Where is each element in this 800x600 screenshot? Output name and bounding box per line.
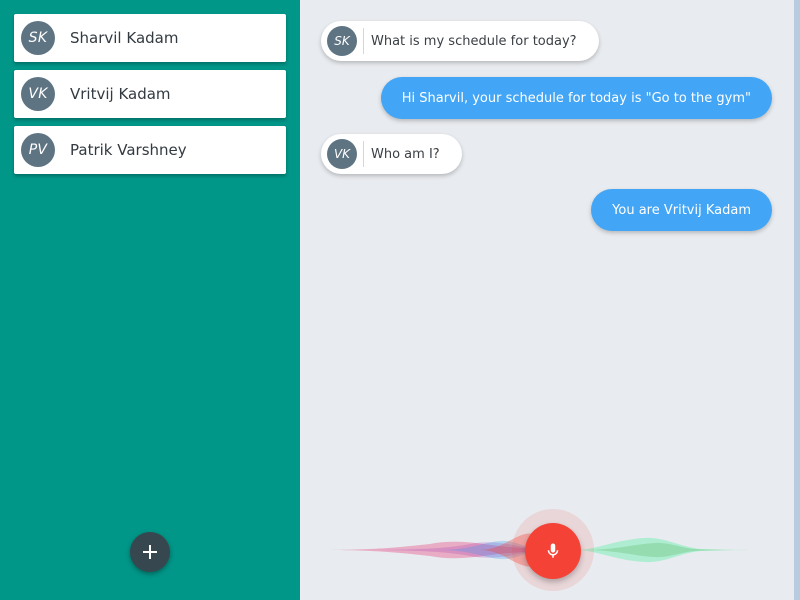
user-item-patrik[interactable]: PV Patrik Varshney [14, 126, 286, 174]
user-name: Patrik Varshney [70, 141, 187, 159]
app-window: SK Sharvil Kadam VK Vritvij Kadam PV Pat… [0, 0, 800, 600]
user-name: Vritvij Kadam [70, 85, 171, 103]
microphone-icon [547, 543, 559, 558]
message-divider [363, 141, 364, 167]
user-item-vritvij[interactable]: VK Vritvij Kadam [14, 70, 286, 118]
user-avatar: VK [21, 77, 55, 111]
message-avatar: VK [327, 139, 357, 169]
scrollbar[interactable] [794, 0, 800, 600]
incoming-message: VK Who am I? [321, 134, 462, 174]
message-text: Who am I? [371, 146, 440, 162]
user-name: Sharvil Kadam [70, 29, 179, 47]
outgoing-message: Hi Sharvil, your schedule for today is "… [380, 77, 772, 119]
message-text: What is my schedule for today? [371, 33, 577, 49]
user-avatar: SK [21, 21, 55, 55]
add-user-button[interactable] [130, 532, 170, 572]
incoming-message: SK What is my schedule for today? [321, 21, 599, 61]
outgoing-message: You are Vritvij Kadam [591, 189, 772, 231]
message-avatar: SK [327, 26, 357, 56]
user-item-sharvil[interactable]: SK Sharvil Kadam [14, 14, 286, 62]
plus-icon [143, 545, 157, 559]
user-avatar: PV [21, 133, 55, 167]
sidebar: SK Sharvil Kadam VK Vritvij Kadam PV Pat… [0, 0, 300, 600]
message-divider [363, 28, 364, 54]
mic-button[interactable] [525, 523, 581, 579]
